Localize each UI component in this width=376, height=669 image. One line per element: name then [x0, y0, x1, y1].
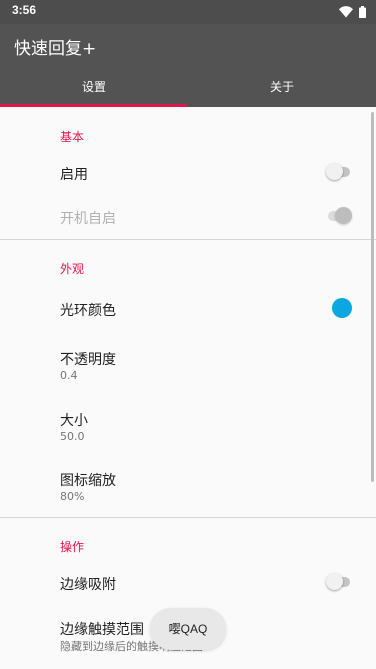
edge-touch-range-title[interactable]: 边缘触摸范围	[60, 619, 144, 639]
toast-message: 嘤QAQ	[150, 608, 226, 650]
enable-title[interactable]: 启用	[60, 164, 88, 184]
settings-list[interactable]: 基本 启用 开机自启 外观 光环颜色 不透明度 0.4 大小 50.0 图标缩放…	[0, 107, 376, 669]
tab-about[interactable]: 关于	[188, 68, 376, 107]
section-header-appearance: 外观	[60, 262, 85, 276]
boot-start-title: 开机自启	[60, 211, 116, 227]
opacity-title[interactable]: 不透明度	[60, 349, 116, 369]
tab-bar: 设置 关于	[0, 68, 376, 107]
wifi-icon	[339, 6, 353, 18]
app-title: 快速回复+	[14, 39, 97, 59]
enable-switch[interactable]	[326, 162, 352, 182]
halo-color-title[interactable]: 光环颜色	[60, 300, 116, 320]
icon-scale-value: 80%	[60, 490, 85, 503]
scrollbar[interactable]	[371, 112, 374, 482]
edge-snap-switch[interactable]	[326, 572, 352, 592]
divider	[0, 517, 376, 518]
edge-snap-title[interactable]: 边缘吸附	[60, 574, 116, 594]
halo-color-swatch[interactable]	[332, 298, 352, 318]
app-bar: 快速回复+	[0, 24, 376, 68]
battery-icon	[359, 6, 366, 18]
opacity-value: 0.4	[60, 369, 78, 382]
section-header-basic: 基本	[60, 130, 85, 144]
status-icons	[339, 5, 366, 19]
status-time: 3:56	[12, 3, 37, 17]
tab-settings[interactable]: 设置	[0, 68, 188, 107]
section-header-operation: 操作	[60, 540, 85, 554]
divider	[0, 239, 376, 240]
icon-scale-title[interactable]: 图标缩放	[60, 470, 116, 490]
boot-start-switch	[326, 206, 352, 226]
size-value: 50.0	[60, 430, 85, 443]
size-title[interactable]: 大小	[60, 410, 88, 430]
status-bar: 3:56	[0, 0, 376, 24]
